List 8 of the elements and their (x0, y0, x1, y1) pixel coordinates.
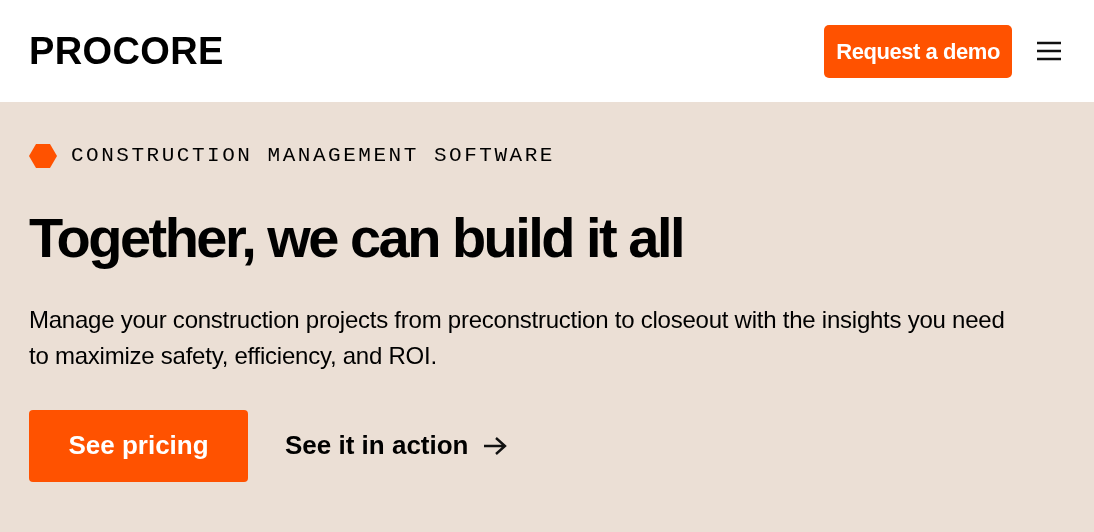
see-in-action-link[interactable]: See it in action (285, 426, 507, 465)
hero-description: Manage your construction projects from preconstruction to closeout with the insights you need to maximize safety, efficiency, and ROI. (29, 304, 1006, 371)
arrow-right-icon (482, 435, 507, 456)
menu-icon[interactable] (1036, 41, 1062, 61)
hexagon-icon (29, 143, 57, 168)
logo[interactable]: PROCORE (29, 32, 224, 70)
eyebrow-label: CONSTRUCTION MANAGEMENT SOFTWARE (71, 143, 555, 169)
hero-heading: Together, we can build it all (29, 204, 683, 271)
